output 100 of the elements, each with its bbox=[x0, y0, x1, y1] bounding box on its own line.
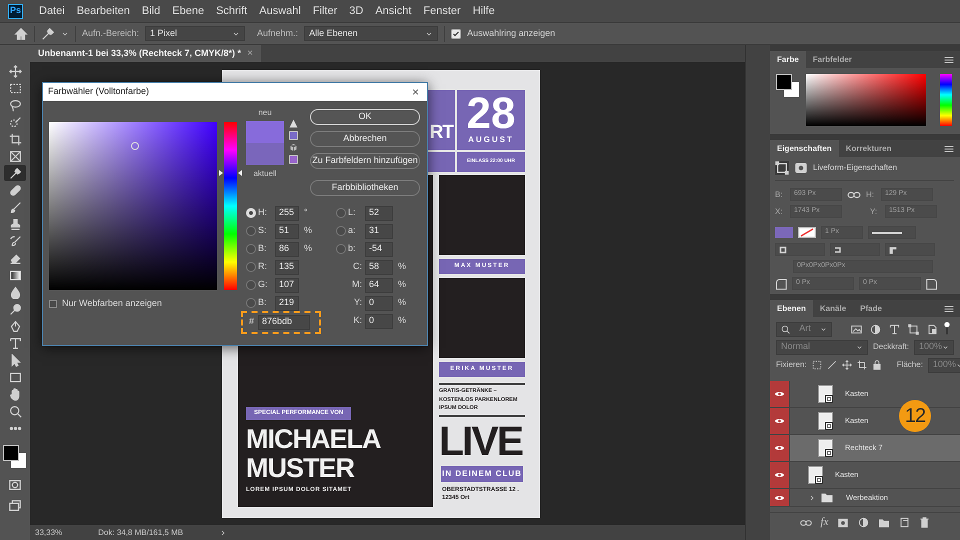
panel-tab[interactable]: Pfade bbox=[853, 300, 889, 317]
color-marker[interactable] bbox=[131, 142, 139, 150]
fill-swatch[interactable] bbox=[775, 227, 793, 238]
panel-tab[interactable]: Farbe bbox=[770, 51, 806, 68]
value-field[interactable]: 58 bbox=[365, 260, 393, 274]
value-field[interactable]: 219 bbox=[275, 296, 299, 310]
radio-button[interactable] bbox=[246, 262, 256, 272]
panel-tab[interactable]: Kanäle bbox=[812, 300, 854, 317]
value-field[interactable]: 107 bbox=[275, 278, 299, 292]
menu-item[interactable]: Ansicht bbox=[375, 2, 412, 20]
link-icon[interactable] bbox=[800, 518, 812, 528]
radio-button[interactable] bbox=[336, 244, 346, 254]
adjustment-icon[interactable] bbox=[858, 517, 870, 528]
document-tab[interactable]: Unbenannt-1 bei 33,3% (Rechteck 7, CMYK/8*) * × bbox=[30, 45, 261, 62]
value-field[interactable]: 31 bbox=[365, 224, 393, 238]
hue-bar[interactable] bbox=[940, 74, 952, 126]
eyedropper-tool[interactable] bbox=[4, 165, 26, 181]
mask-icon[interactable] bbox=[837, 518, 850, 528]
web-swatch-icon[interactable] bbox=[289, 155, 298, 164]
sample-layers-dropdown[interactable]: Alle Ebenen bbox=[304, 26, 438, 41]
new-layer-icon[interactable] bbox=[899, 517, 910, 528]
panel-tab[interactable]: Korrekturen bbox=[838, 140, 898, 157]
stroke-caps-dropdown[interactable] bbox=[830, 243, 880, 256]
eye-icon[interactable] bbox=[774, 390, 785, 398]
screen-mode-icon[interactable] bbox=[8, 499, 22, 513]
gamut-swatch-icon[interactable] bbox=[289, 131, 298, 140]
panel-menu-icon[interactable] bbox=[944, 304, 954, 312]
corner-icon[interactable] bbox=[775, 278, 787, 290]
radio-button[interactable] bbox=[246, 298, 256, 308]
filter-toggle-icon[interactable] bbox=[943, 322, 951, 336]
panel-tab[interactable]: Eigenschaften bbox=[770, 140, 839, 157]
menu-item[interactable]: Schrift bbox=[216, 2, 248, 20]
mask-icon[interactable] bbox=[794, 162, 808, 174]
smart-object-filter-icon[interactable] bbox=[927, 324, 938, 334]
panel-menu-icon[interactable] bbox=[944, 56, 954, 64]
adjustment-filter-icon[interactable] bbox=[870, 324, 881, 334]
sample-size-dropdown[interactable]: 1 Pixel bbox=[145, 26, 246, 41]
caret-icon[interactable] bbox=[808, 494, 816, 502]
close-button[interactable]: × bbox=[412, 83, 419, 101]
folder-icon[interactable] bbox=[878, 518, 890, 528]
radio-button[interactable] bbox=[246, 226, 256, 236]
lock-icon[interactable] bbox=[872, 360, 882, 370]
menu-item[interactable]: Bearbeiten bbox=[76, 2, 130, 20]
artboard-icon[interactable] bbox=[856, 360, 867, 370]
eye-icon[interactable] bbox=[774, 471, 785, 479]
shape-filter-icon[interactable] bbox=[908, 324, 919, 334]
corner-icon[interactable] bbox=[926, 278, 938, 290]
color-field[interactable] bbox=[49, 122, 217, 290]
cancel-button[interactable]: Abbrechen bbox=[310, 131, 420, 147]
value-field[interactable]: 0 bbox=[365, 314, 393, 328]
value-field[interactable]: -54 bbox=[365, 242, 393, 256]
menu-item[interactable]: 3D bbox=[349, 2, 364, 20]
close-button[interactable]: × bbox=[247, 46, 253, 61]
value-field[interactable]: 0 bbox=[365, 296, 393, 310]
stroke-style-dropdown[interactable] bbox=[868, 226, 916, 239]
brush-icon[interactable] bbox=[826, 360, 837, 370]
menu-item[interactable]: Bild bbox=[142, 2, 160, 20]
layer-style-button[interactable]: fx bbox=[820, 514, 828, 531]
menu-item[interactable]: Filter bbox=[312, 2, 338, 20]
checkbox[interactable] bbox=[49, 300, 57, 308]
eye-icon[interactable] bbox=[774, 444, 785, 452]
home-icon[interactable] bbox=[14, 26, 28, 40]
image-filter-icon[interactable] bbox=[851, 324, 862, 334]
stroke-swatch-icon[interactable] bbox=[798, 227, 816, 238]
menu-item[interactable]: Datei bbox=[39, 2, 65, 20]
menu-item[interactable]: Hilfe bbox=[472, 2, 495, 20]
menu-item[interactable]: Ebene bbox=[172, 2, 204, 20]
color-swatches-icon[interactable] bbox=[776, 74, 800, 98]
menu-item[interactable]: Auswahl bbox=[259, 2, 301, 20]
transform-icon[interactable] bbox=[775, 161, 789, 175]
value-field[interactable]: 135 bbox=[275, 260, 299, 274]
lock-pixels-icon[interactable] bbox=[812, 360, 822, 370]
ok-button[interactable]: OK bbox=[310, 109, 420, 125]
eyedropper-icon[interactable] bbox=[41, 26, 55, 40]
radio-button[interactable] bbox=[336, 226, 346, 236]
quick-mask-icon[interactable] bbox=[8, 478, 22, 492]
panel-menu-icon[interactable] bbox=[944, 144, 954, 152]
menu-item[interactable]: Fenster bbox=[423, 2, 461, 20]
color-libraries-button[interactable]: Farbbibliotheken bbox=[310, 180, 420, 196]
color-spectrum[interactable] bbox=[806, 74, 926, 126]
eye-icon[interactable] bbox=[774, 417, 785, 425]
radio-button[interactable] bbox=[246, 280, 256, 290]
add-swatch-button[interactable]: Zu Farbfeldern hinzufügen bbox=[310, 153, 420, 169]
link-icon[interactable] bbox=[847, 190, 861, 200]
value-field[interactable]: 51 bbox=[275, 224, 299, 238]
move-icon[interactable] bbox=[842, 360, 852, 370]
panel-tab[interactable]: Ebenen bbox=[770, 300, 813, 317]
checkbox[interactable] bbox=[451, 28, 462, 38]
color-swatches-icon[interactable] bbox=[3, 445, 27, 469]
align-stroke-dropdown[interactable] bbox=[775, 243, 825, 256]
stroke-corners-dropdown[interactable] bbox=[885, 243, 935, 256]
value-field[interactable]: 64 bbox=[365, 278, 393, 292]
panel-tab[interactable]: Farbfelder bbox=[806, 51, 859, 68]
value-field[interactable]: 52 bbox=[365, 206, 393, 220]
radio-button[interactable] bbox=[246, 244, 256, 254]
trash-icon[interactable] bbox=[919, 517, 930, 528]
hex-field[interactable]: 876bdb bbox=[258, 314, 310, 330]
type-filter-icon[interactable] bbox=[889, 324, 900, 334]
radio-button[interactable] bbox=[336, 208, 346, 218]
eye-icon[interactable] bbox=[774, 494, 785, 502]
